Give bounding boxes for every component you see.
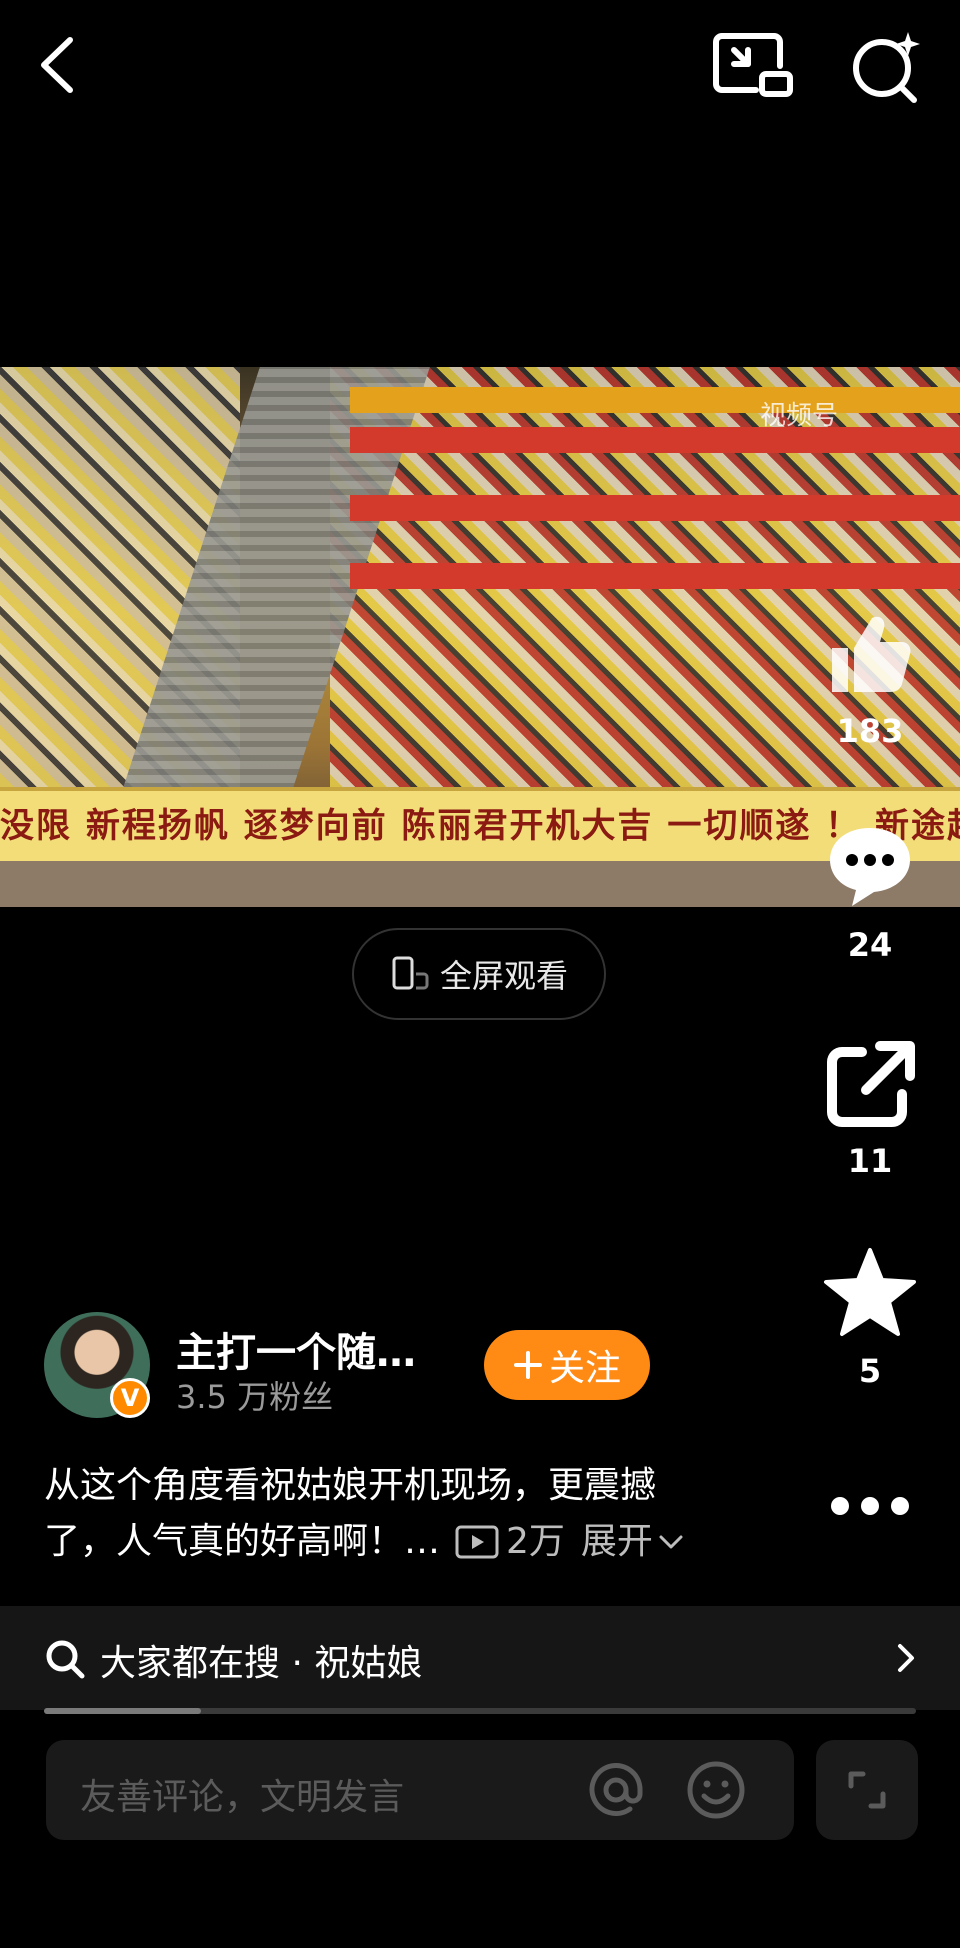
thumbs-up-icon — [832, 616, 911, 692]
comment-placeholder: 友善评论，文明发言 — [80, 1777, 405, 1818]
follow-button[interactable]: 关注 — [484, 1330, 650, 1400]
stadium-banner: 没限 新程扬帆 逐梦向前 陈丽君开机大吉 一切顺遂 ！ 新途起 — [0, 787, 960, 865]
search-icon — [46, 1640, 85, 1679]
video-watermark: 视频号 — [760, 401, 839, 431]
hot-search-bar[interactable]: 大家都在搜 · 祝姑娘 — [0, 1606, 960, 1710]
stadium-floor — [0, 861, 960, 907]
share-count: 11 — [847, 1142, 893, 1180]
more-button[interactable] — [820, 1486, 920, 1530]
star-icon — [824, 1248, 916, 1336]
share-arrow-icon — [827, 1041, 915, 1127]
emoji-icon[interactable] — [686, 1760, 746, 1820]
at-mention-icon[interactable] — [586, 1760, 646, 1820]
video-progress-bar[interactable] — [44, 1708, 916, 1714]
pip-button[interactable] — [712, 30, 794, 100]
expand-link[interactable]: 展开 — [581, 1514, 653, 1570]
fullscreen-button[interactable]: 全屏观看 — [352, 928, 606, 1020]
favorite-count: 5 — [858, 1352, 882, 1390]
like-button[interactable]: 183 — [820, 604, 920, 750]
search-sparkle-icon — [853, 32, 920, 103]
back-button[interactable] — [30, 30, 90, 100]
chevron-left-icon — [41, 37, 73, 93]
expand-comment-button[interactable] — [816, 1740, 918, 1840]
description-line-2: 了，人气真的好高啊！… 2万 展开 — [44, 1514, 764, 1570]
seat-row — [350, 387, 960, 413]
description-text: 了，人气真的好高啊！… — [44, 1521, 441, 1562]
more-dots-icon — [831, 1497, 909, 1515]
rotate-phone-icon — [392, 956, 429, 990]
follow-label: 关注 — [548, 1348, 621, 1389]
plus-icon — [513, 1351, 542, 1379]
chevron-right-icon — [898, 1644, 914, 1672]
author-fans: 3.5 万粉丝 — [176, 1378, 334, 1416]
picture-in-picture-icon — [713, 33, 793, 97]
play-square-icon — [455, 1525, 499, 1559]
chevron-down-icon — [659, 1535, 683, 1549]
expand-corners-icon — [848, 1771, 886, 1809]
search-button[interactable] — [846, 28, 926, 104]
like-count: 183 — [836, 712, 904, 750]
comment-button[interactable]: 24 — [820, 818, 920, 964]
hot-search-text: 大家都在搜 · 祝姑娘 — [100, 1643, 423, 1684]
play-count: 2万 — [506, 1521, 565, 1562]
description-line-1: 从这个角度看祝姑娘开机现场，更震撼 — [44, 1465, 657, 1506]
comment-bubble-icon — [830, 828, 910, 906]
video-progress-fill — [44, 1708, 201, 1714]
seat-row — [350, 495, 960, 521]
fullscreen-label: 全屏观看 — [439, 957, 568, 995]
author-name[interactable]: 主打一个随… — [176, 1320, 416, 1378]
share-button[interactable]: 11 — [820, 1040, 920, 1180]
avatar[interactable]: V — [44, 1312, 150, 1418]
verified-badge: V — [110, 1378, 150, 1418]
comment-count: 24 — [847, 926, 893, 964]
comment-input[interactable]: 友善评论，文明发言 — [46, 1740, 794, 1840]
video-player[interactable]: 视频号 没限 新程扬帆 逐梦向前 陈丽君开机大吉 一切顺遂 ！ 新途起 — [0, 367, 960, 907]
seat-row — [350, 427, 960, 453]
seat-row — [350, 563, 960, 589]
favorite-button[interactable]: 5 — [820, 1244, 920, 1390]
post-description[interactable]: 从这个角度看祝姑娘开机现场，更震撼 了，人气真的好高啊！… 2万 展开 — [44, 1458, 764, 1570]
